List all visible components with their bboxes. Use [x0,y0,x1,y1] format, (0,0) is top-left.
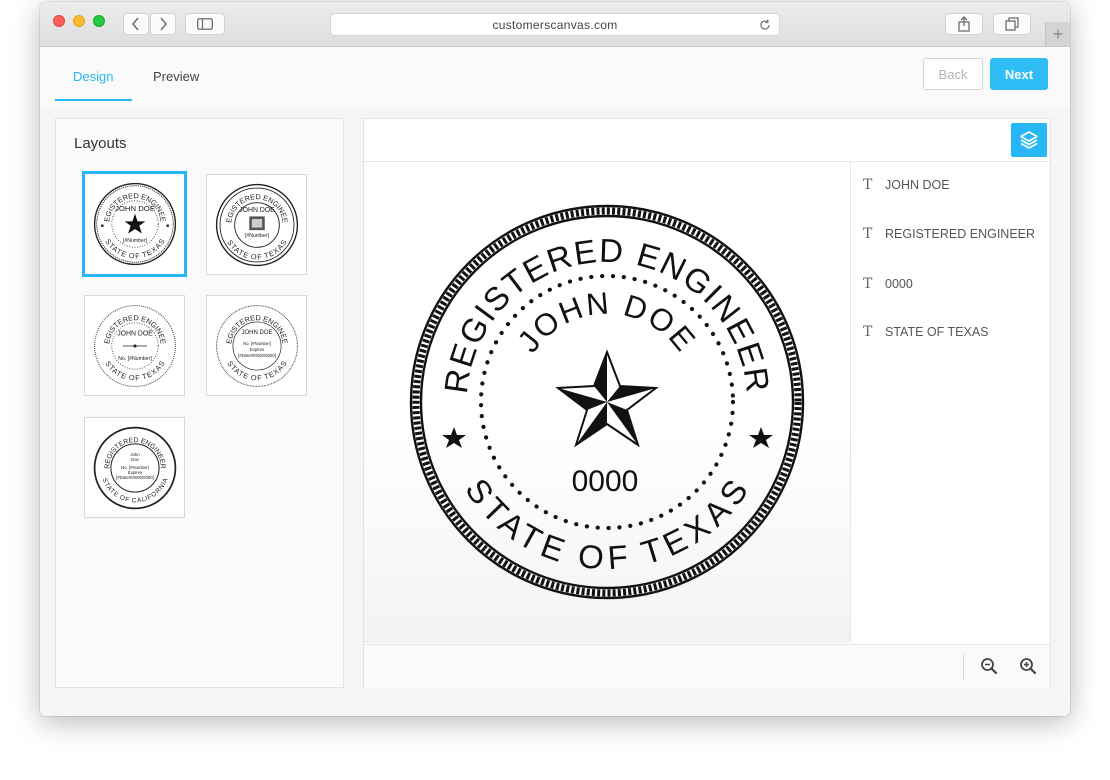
item-label: REGISTERED ENGINEER [885,227,1036,241]
layers-icon [1020,131,1038,149]
url-text: customerscanvas.com [492,17,618,32]
thumb4-top-text: REGISTERED ENGINEER [214,303,290,345]
layout-thumbnail-4[interactable]: REGISTERED ENGINEER STATE OF TEXAS JOHN … [206,295,307,396]
layout-thumbnail-3[interactable]: REGISTERED ENGINEER STATE OF TEXAS JOHN … [84,295,185,396]
seal-preview-california: REGISTERED ENGINEER STATE OF CALIFORNIA … [93,426,176,509]
plus-icon: + [1052,23,1064,44]
tabs-overview-button[interactable] [993,13,1031,35]
thumb5-line3: [#Date#00/00/0000] [116,475,154,480]
svg-text:STATE OF TEXAS: STATE OF TEXAS [225,359,288,382]
new-tab-button[interactable]: + [1045,22,1070,46]
app-header: Design Preview Back Next [40,47,1070,107]
thumb2-number: [#Number] [244,233,269,239]
text-icon: T [863,276,873,292]
svg-text:STATE OF TEXAS: STATE OF TEXAS [103,359,166,382]
back-button[interactable]: Back [923,58,983,90]
left-star-icon [442,427,466,448]
back-nav-button[interactable] [123,13,149,35]
thumb3-bottom-text: STATE OF TEXAS [103,359,166,382]
tabs-icon [1005,17,1019,31]
thumb3-number: No. [#Number] [118,355,152,361]
right-star-icon [749,427,773,448]
zoom-out-icon [981,658,998,675]
thumb4-bottom-text: STATE OF TEXAS [225,359,288,382]
seal-preview-emblem: REGISTERED ENGINEER STATE OF TEXAS JOHN … [214,182,298,266]
seal-number-text[interactable]: 0000 [572,465,639,498]
item-label: JOHN DOE [885,178,950,192]
seal-preview-star: REGISTERED ENGINEER STATE OF TEXAS JOHN … [92,181,176,266]
active-tab-indicator [55,99,132,101]
editor-toolbar [364,119,1050,162]
tab-design[interactable]: Design [73,69,113,84]
sidebar-toggle-button[interactable] [185,13,225,35]
zoom-in-button[interactable] [1017,655,1039,677]
zoom-window-button[interactable] [93,15,105,27]
text-icon: T [863,177,873,193]
thumb1-name: JOHN DOE [115,204,155,213]
sidebar-icon [197,18,213,30]
zoom-out-button[interactable] [978,655,1000,677]
items-panel: T JOHN DOE T REGISTERED ENGINEER T 0000 … [851,162,1050,643]
chevron-left-icon [132,17,139,31]
layout-thumbnail-2[interactable]: REGISTERED ENGINEER STATE OF TEXAS JOHN … [206,174,307,275]
layouts-panel: Layouts REGISTERED ENGINEER STATE OF TEX… [55,118,344,688]
text-icon: T [863,324,873,340]
close-window-button[interactable] [53,15,65,27]
share-button[interactable] [945,13,983,35]
chevron-right-icon [160,17,167,31]
text-icon: T [863,226,873,242]
browser-window: customerscanvas.com + Design Preview Bac… [40,2,1070,716]
editor-footer [364,644,1050,688]
next-button[interactable]: Next [990,58,1048,90]
engineer-seal[interactable]: REGISTERED ENGINEER STATE OF TEXAS JOHN … [407,202,807,602]
item-state-of-texas[interactable]: T STATE OF TEXAS [863,322,989,342]
zoom-in-icon [1020,658,1037,675]
thumb4-line1: No. [#Number] [243,341,271,346]
browser-titlebar: customerscanvas.com + [40,2,1070,47]
share-icon [958,16,970,32]
seal-preview-expires: REGISTERED ENGINEER STATE OF TEXAS JOHN … [214,303,298,387]
item-label: 0000 [885,277,913,291]
thumb2-name: JOHN DOE [239,207,275,214]
minimize-window-button[interactable] [73,15,85,27]
design-canvas[interactable]: REGISTERED ENGINEER STATE OF TEXAS JOHN … [364,162,851,643]
address-bar[interactable]: customerscanvas.com [330,13,780,36]
item-john-doe[interactable]: T JOHN DOE [863,175,950,195]
thumb4-line2: Expires [249,347,263,352]
forward-nav-button[interactable] [150,13,176,35]
thumb3-name: JOHN DOE [117,330,153,337]
layout-thumbnail-1[interactable]: REGISTERED ENGINEER STATE OF TEXAS JOHN … [82,171,187,277]
thumb5-line1: No. [#Number] [121,464,149,469]
svg-text:REGISTERED ENGINEER: REGISTERED ENGINEER [214,303,290,345]
reload-icon[interactable] [759,19,771,31]
tab-preview[interactable]: Preview [153,69,199,84]
thumb5-line0: John [130,451,140,456]
divider [963,653,964,681]
thumb4-line3: [#Date#00/00/0000] [238,353,276,358]
item-registered-engineer[interactable]: T REGISTERED ENGINEER [863,224,1035,244]
thumb5-line0b: Doe [131,457,139,462]
layouts-title: Layouts [74,135,127,152]
thumb1-number: [#Number] [122,238,147,244]
layers-button[interactable] [1011,123,1047,157]
design-editor: REGISTERED ENGINEER STATE OF TEXAS JOHN … [363,118,1051,688]
thumb5-line2: Expires [127,470,141,475]
thumb4-name: JOHN DOE [241,329,272,335]
item-number[interactable]: T 0000 [863,274,913,294]
layout-thumbnail-5[interactable]: REGISTERED ENGINEER STATE OF CALIFORNIA … [84,417,185,518]
center-star-icon [555,349,659,448]
seal-preview-dotted: REGISTERED ENGINEER STATE OF TEXAS JOHN … [92,303,176,387]
item-label: STATE OF TEXAS [885,325,989,339]
